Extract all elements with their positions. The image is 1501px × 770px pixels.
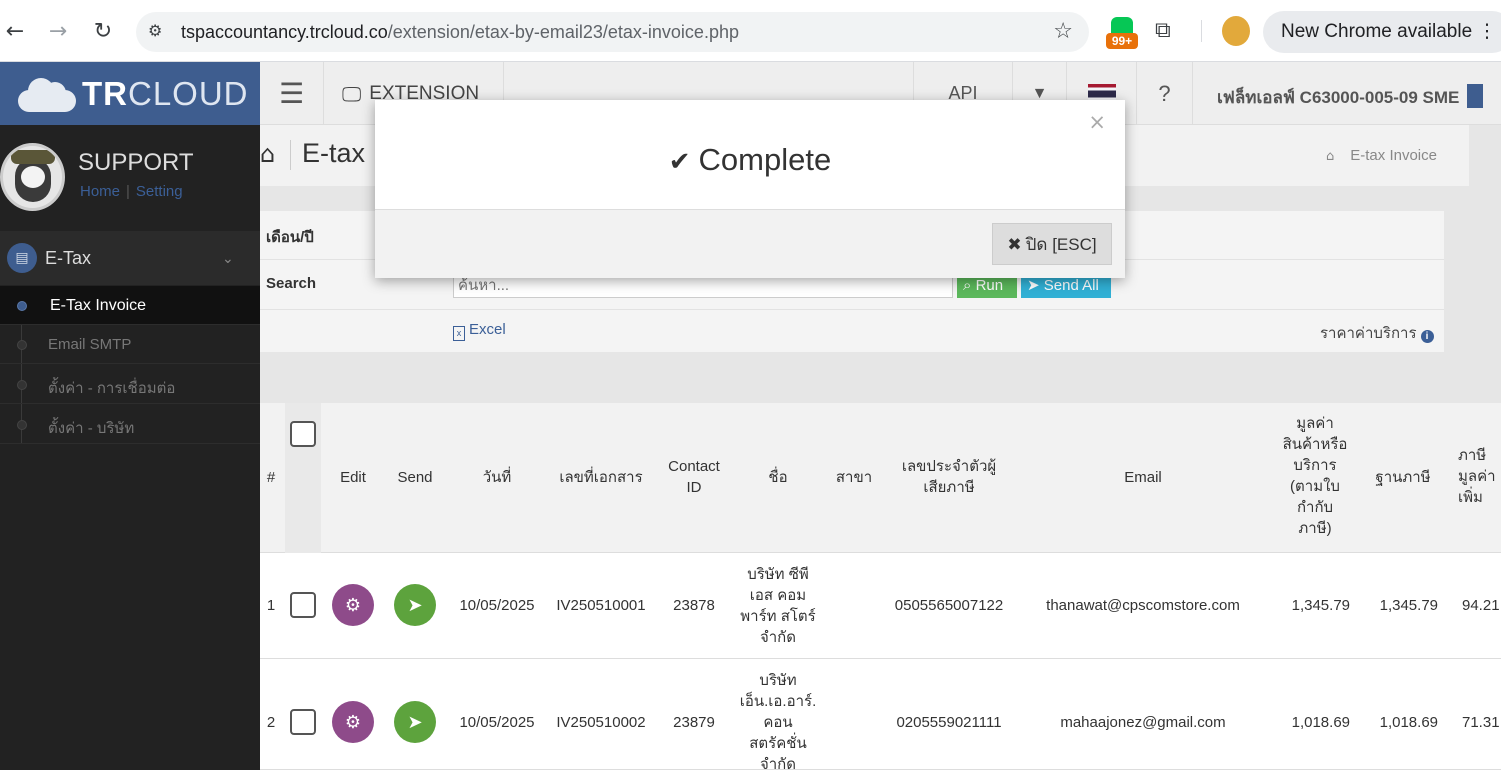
sidebar-item-label: ตั้งค่า - บริษัท — [48, 420, 135, 437]
logo-text-cloud: CLOUD — [128, 74, 249, 112]
sidebar-item-label: Email SMTP — [48, 336, 132, 353]
user-name: SUPPORT — [78, 149, 194, 176]
toolbar-divider — [1201, 20, 1202, 42]
sidebar-item-label: ตั้งค่า - การเชื่อมต่อ — [48, 380, 176, 397]
sidebar-item-label: E-Tax Invoice — [50, 297, 147, 314]
sidebar-item-email-smtp[interactable]: Email SMTP — [0, 325, 260, 364]
url-host: tspaccountancy.trcloud.co — [181, 22, 388, 42]
line-extension-icon[interactable]: 99+ — [1106, 17, 1138, 49]
x-icon: ✖ — [1007, 234, 1022, 255]
address-bar[interactable]: ⚙ tspaccountancy.trcloud.co/extension/et… — [136, 12, 1089, 52]
sidebar: SUPPORT Home | Setting ▤ E-Tax ⌄ — [0, 125, 260, 770]
logo-text-tr: TR — [82, 74, 128, 112]
bullet-icon — [17, 380, 27, 390]
forward-icon[interactable]: → — [43, 16, 73, 46]
extensions-puzzle-icon[interactable]: ⧉ — [1155, 18, 1171, 43]
new-chrome-label: New Chrome available — [1281, 21, 1473, 42]
close-esc-button[interactable]: ✖ ปิด [ESC] — [992, 223, 1112, 265]
url-text[interactable]: tspaccountancy.trcloud.co/extension/etax… — [181, 22, 739, 43]
dialog-title: ✔ Complete — [375, 142, 1125, 178]
bookmark-star-icon[interactable]: ☆ — [1053, 19, 1073, 44]
sidebar-section-etax[interactable]: ▤ E-Tax ⌄ — [0, 231, 260, 285]
dialog-title-text: Complete — [698, 142, 832, 177]
reload-icon[interactable]: ↻ — [88, 16, 118, 46]
trcloud-logo[interactable]: TR CLOUD — [0, 62, 260, 125]
back-icon[interactable]: ← — [0, 16, 30, 46]
cloud-icon — [18, 76, 76, 112]
dialog-footer: ✖ ปิด [ESC] — [375, 209, 1125, 278]
close-button-label: ปิด [ESC] — [1025, 234, 1097, 254]
checkmark-icon: ✔ — [668, 147, 691, 177]
chrome-menu-icon: ⋮ — [1477, 21, 1497, 42]
url-path: /extension/etax-by-email23/etax-invoice.… — [387, 22, 739, 42]
sidebar-item-etax-invoice[interactable]: E-Tax Invoice — [0, 286, 260, 325]
bullet-icon — [17, 301, 27, 311]
sidebar-item-connection-settings[interactable]: ตั้งค่า - การเชื่อมต่อ — [0, 365, 260, 404]
home-link[interactable]: Home — [80, 183, 120, 200]
avatar — [0, 143, 65, 211]
user-links: Home | Setting — [80, 183, 183, 200]
chevron-down-icon: ⌄ — [222, 251, 234, 267]
setting-link[interactable]: Setting — [136, 183, 183, 200]
bullet-icon — [17, 420, 27, 430]
profile-avatar[interactable] — [1222, 16, 1250, 46]
new-chrome-available-button[interactable]: New Chrome available ⋮ — [1263, 11, 1501, 53]
sidebar-section-label: E-Tax — [45, 247, 92, 268]
browser-toolbar: ← → ↻ ⚙ tspaccountancy.trcloud.co/extens… — [0, 0, 1501, 62]
link-separator: | — [126, 183, 130, 200]
close-icon[interactable]: × — [1088, 110, 1106, 134]
document-icon: ▤ — [7, 243, 37, 273]
bullet-icon — [17, 340, 27, 350]
site-info-icon[interactable]: ⚙ — [148, 21, 162, 40]
sidebar-item-company-settings[interactable]: ตั้งค่า - บริษัท — [0, 405, 260, 444]
complete-dialog: × ✔ Complete ✖ ปิด [ESC] — [375, 100, 1125, 278]
extension-badge-count: 99+ — [1106, 33, 1138, 49]
